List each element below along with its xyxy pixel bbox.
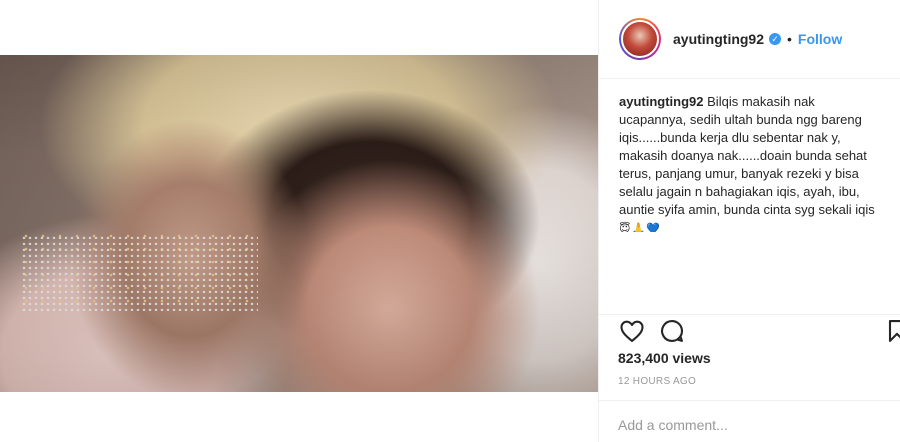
post-timestamp[interactable]: 12 HOURS AGO	[618, 376, 696, 387]
post-photo[interactable]	[0, 55, 598, 392]
obscured-comments	[20, 233, 258, 311]
caption-text: Bilqis makasih nak ucapannya, sedih ulta…	[619, 94, 875, 217]
action-bar	[598, 314, 900, 346]
verified-check-icon: ✓	[769, 33, 782, 45]
comment-box	[598, 400, 900, 442]
caption-username[interactable]: ayutingting92	[619, 94, 704, 109]
media-area	[0, 0, 598, 442]
post-header: ayutingting92 ✓ • Follow	[599, 0, 900, 79]
header-username-row: ayutingting92 ✓ • Follow	[673, 31, 842, 47]
comment-icon[interactable]	[658, 317, 686, 345]
separator-dot: •	[787, 31, 792, 47]
photo-shading	[0, 55, 598, 392]
caption-emojis: 😇🙏💙	[619, 223, 661, 232]
avatar[interactable]	[621, 20, 659, 58]
follow-button[interactable]: Follow	[798, 31, 842, 47]
heart-icon[interactable]	[618, 317, 646, 345]
comment-input[interactable]	[618, 415, 888, 435]
views-count[interactable]: 823,400 views	[618, 350, 711, 366]
caption: ayutingting92 Bilqis makasih nak ucapann…	[599, 79, 900, 232]
story-ring[interactable]	[619, 18, 661, 60]
bookmark-icon[interactable]	[883, 317, 900, 345]
header-username[interactable]: ayutingting92	[673, 31, 764, 47]
